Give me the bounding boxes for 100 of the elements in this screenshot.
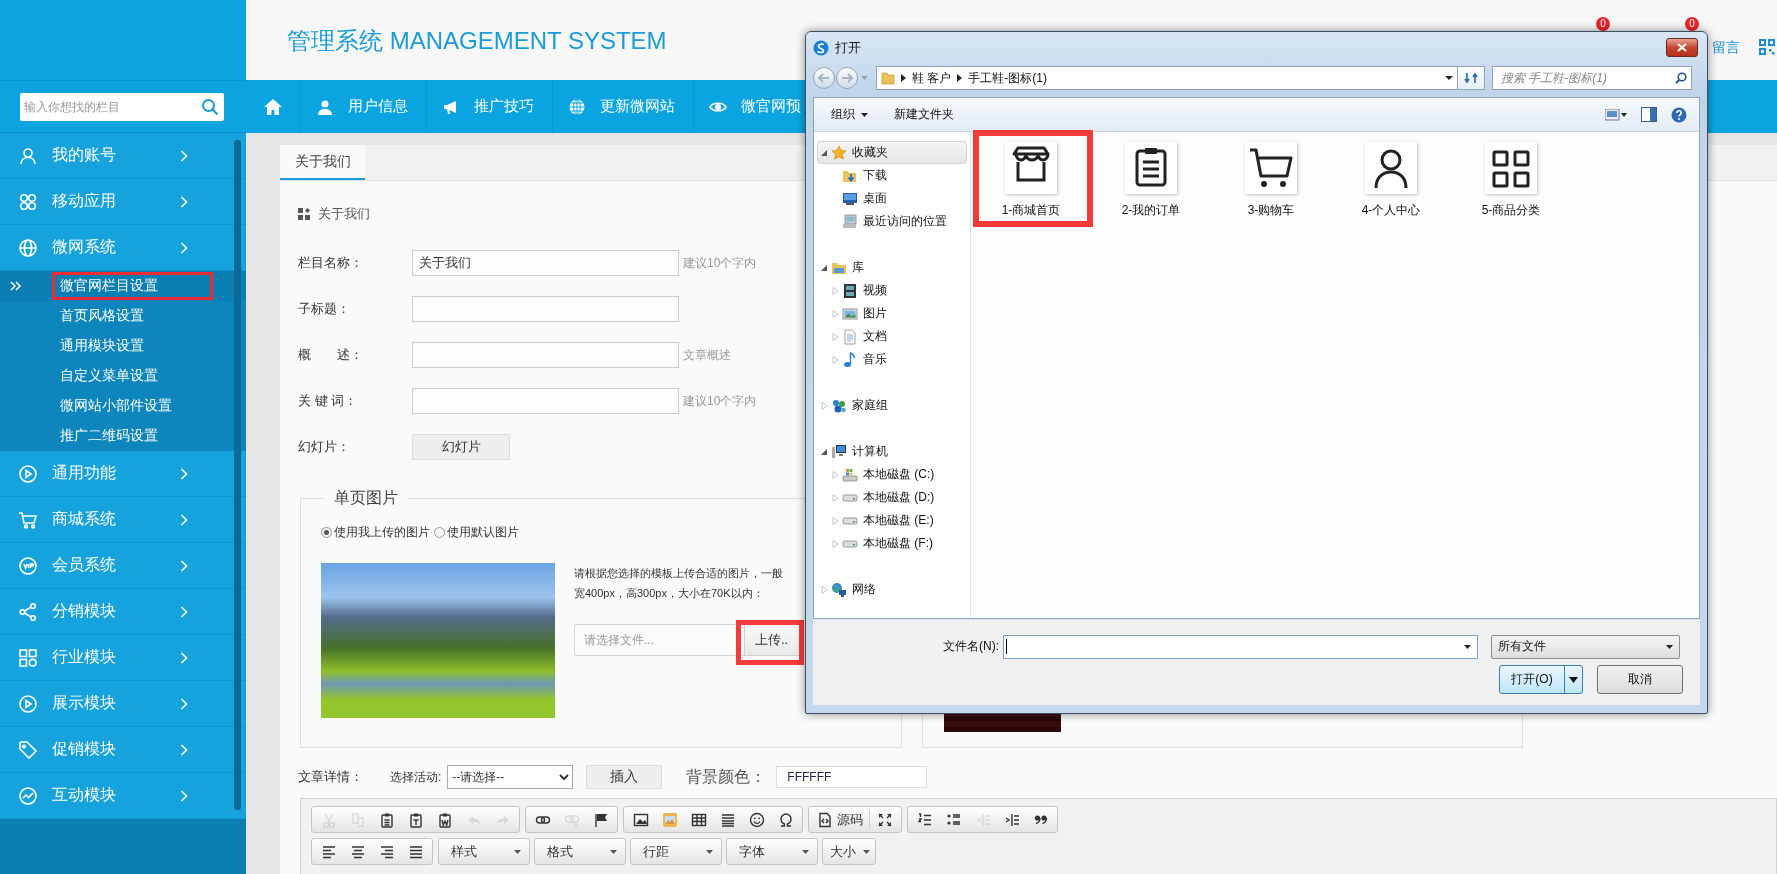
- cancel-button[interactable]: 取消: [1597, 665, 1683, 694]
- hint-text: 宽400px，高300px，大小在70K以内：: [574, 586, 765, 601]
- chevron-right-icon: [180, 789, 188, 802]
- insert-button[interactable]: 插入: [586, 765, 663, 789]
- chevron-right-icon: [180, 651, 188, 664]
- file-path-field[interactable]: 请选择文件...: [574, 624, 744, 656]
- preview-pane-icon[interactable]: [1641, 107, 1657, 122]
- computer-icon: [831, 443, 847, 460]
- submenu-item[interactable]: 首页风格设置: [0, 301, 246, 331]
- justify-icon: [407, 843, 424, 860]
- toolbar-button[interactable]: 新建文件夹: [894, 106, 954, 123]
- expand-arrows-icon: [876, 811, 893, 828]
- format-dropdown[interactable]: 行距: [630, 838, 722, 865]
- toolbar-button[interactable]: 组织: [831, 106, 868, 123]
- format-dropdown[interactable]: 大小: [822, 838, 876, 865]
- clipboard-icon: [378, 811, 395, 828]
- tree-item[interactable]: 库: [817, 256, 967, 279]
- address-bar[interactable]: 鞋 客户 手工鞋-图标(1): [876, 66, 1458, 90]
- tree-item[interactable]: 图片: [817, 302, 967, 325]
- tree-item[interactable]: 收藏夹: [817, 141, 967, 164]
- file-item[interactable]: 4-个人中心: [1331, 132, 1451, 227]
- text-field[interactable]: [412, 296, 679, 322]
- user-icon: [18, 145, 38, 166]
- file-item[interactable]: 3-购物车: [1211, 132, 1331, 227]
- play-circle-icon: [18, 693, 38, 714]
- align-right-icon: [378, 843, 395, 860]
- search-icon: [201, 97, 219, 116]
- view-options-icon[interactable]: [1605, 108, 1627, 121]
- format-dropdown[interactable]: 样式: [438, 838, 530, 865]
- text-field[interactable]: [412, 388, 679, 414]
- submenu-item[interactable]: 自定义菜单设置: [0, 361, 246, 391]
- format-dropdown[interactable]: 格式: [534, 838, 626, 865]
- tree-item[interactable]: 文档: [817, 325, 967, 348]
- image-icon: [632, 811, 649, 828]
- home-icon: [263, 97, 283, 116]
- caret-icon: [1569, 676, 1578, 683]
- activity-select[interactable]: --请选择--: [447, 765, 574, 789]
- source-button[interactable]: 源码: [811, 810, 870, 829]
- drive-icon: [842, 539, 858, 548]
- upload-button[interactable]: 上传..: [744, 624, 802, 656]
- tree-item[interactable]: 计算机: [817, 440, 967, 463]
- expand-arrow-icon[interactable]: [820, 148, 828, 157]
- tree-item[interactable]: 视频: [817, 279, 967, 302]
- film-icon: [842, 282, 858, 299]
- submenu-item[interactable]: 推广二维码设置: [0, 421, 246, 451]
- radio-option[interactable]: 使用默认图片: [434, 524, 519, 540]
- count-badge: 0: [1596, 17, 1610, 31]
- tree-item[interactable]: 本地磁盘 (E:): [817, 509, 967, 532]
- file-name-field[interactable]: [1003, 634, 1478, 659]
- copy-icon: [349, 811, 366, 828]
- tree-item[interactable]: 下载: [817, 164, 967, 187]
- search-field[interactable]: 输入你想找的栏目: [20, 92, 196, 121]
- tree-item[interactable]: 音乐: [817, 348, 967, 371]
- submenu-item[interactable]: 通用模块设置: [0, 331, 246, 361]
- refresh-button[interactable]: [1458, 66, 1485, 90]
- tree-item[interactable]: 最近访问的位置: [817, 210, 967, 233]
- outdent-icon: [974, 811, 991, 828]
- file-item[interactable]: 2-我的订单: [1091, 132, 1211, 227]
- field-label: 文章详情：: [298, 768, 364, 786]
- tag-icon: [18, 739, 38, 760]
- tree-item[interactable]: 家庭组: [817, 394, 967, 417]
- tree-item[interactable]: 桌面: [817, 187, 967, 210]
- scrollbar[interactable]: [234, 140, 241, 810]
- section-title: 关于我们: [318, 205, 370, 223]
- cart-icon: [18, 509, 38, 530]
- submenu-item[interactable]: 微网站小部件设置: [0, 391, 246, 421]
- tree-item[interactable]: 本地磁盘 (F:): [817, 532, 967, 555]
- qr-code-icon[interactable]: [1759, 39, 1775, 55]
- globe-icon: [568, 97, 586, 116]
- radio-option[interactable]: 使用我上传的图片: [321, 524, 430, 540]
- clipboard-t-icon: [407, 811, 424, 828]
- tab[interactable]: 关于我们: [280, 145, 365, 180]
- indent-icon: [1003, 811, 1020, 828]
- play-circle-icon: [18, 463, 38, 484]
- tree-item[interactable]: 网络: [817, 578, 967, 601]
- file-type-dropdown[interactable]: 所有文件: [1491, 634, 1680, 659]
- color-field[interactable]: FFFFFF: [776, 766, 928, 788]
- expand-arrow-icon[interactable]: [820, 447, 828, 456]
- file-item[interactable]: 5-商品分类: [1451, 132, 1571, 227]
- chevron-right-icon: [180, 467, 188, 480]
- message-link[interactable]: 留言: [1712, 39, 1740, 57]
- text-field[interactable]: 关于我们: [412, 250, 679, 276]
- help-icon[interactable]: [1671, 106, 1687, 123]
- close-button[interactable]: [1666, 38, 1698, 57]
- caret-icon: [610, 849, 617, 854]
- dialog-title: 打开: [835, 38, 861, 57]
- tree-item[interactable]: 本地磁盘 (C:): [817, 463, 967, 486]
- text-field[interactable]: [412, 342, 679, 368]
- flag-icon: [592, 811, 609, 828]
- chart-circle-icon: [18, 785, 38, 806]
- expand-arrow-icon[interactable]: [820, 263, 828, 272]
- tree-item[interactable]: 本地磁盘 (D:): [817, 486, 967, 509]
- field-label: 概 述：: [298, 346, 364, 364]
- format-dropdown[interactable]: 字体: [726, 838, 818, 865]
- submenu-item[interactable]: 微官网栏目设置: [0, 271, 246, 301]
- chevron-right-icon: [180, 605, 188, 618]
- file-item[interactable]: 1-商城首页: [971, 132, 1091, 227]
- slideshow-button[interactable]: 幻灯片: [412, 434, 510, 460]
- open-button[interactable]: 打开(O): [1499, 665, 1583, 694]
- field-label: 背景颜色：: [686, 766, 768, 787]
